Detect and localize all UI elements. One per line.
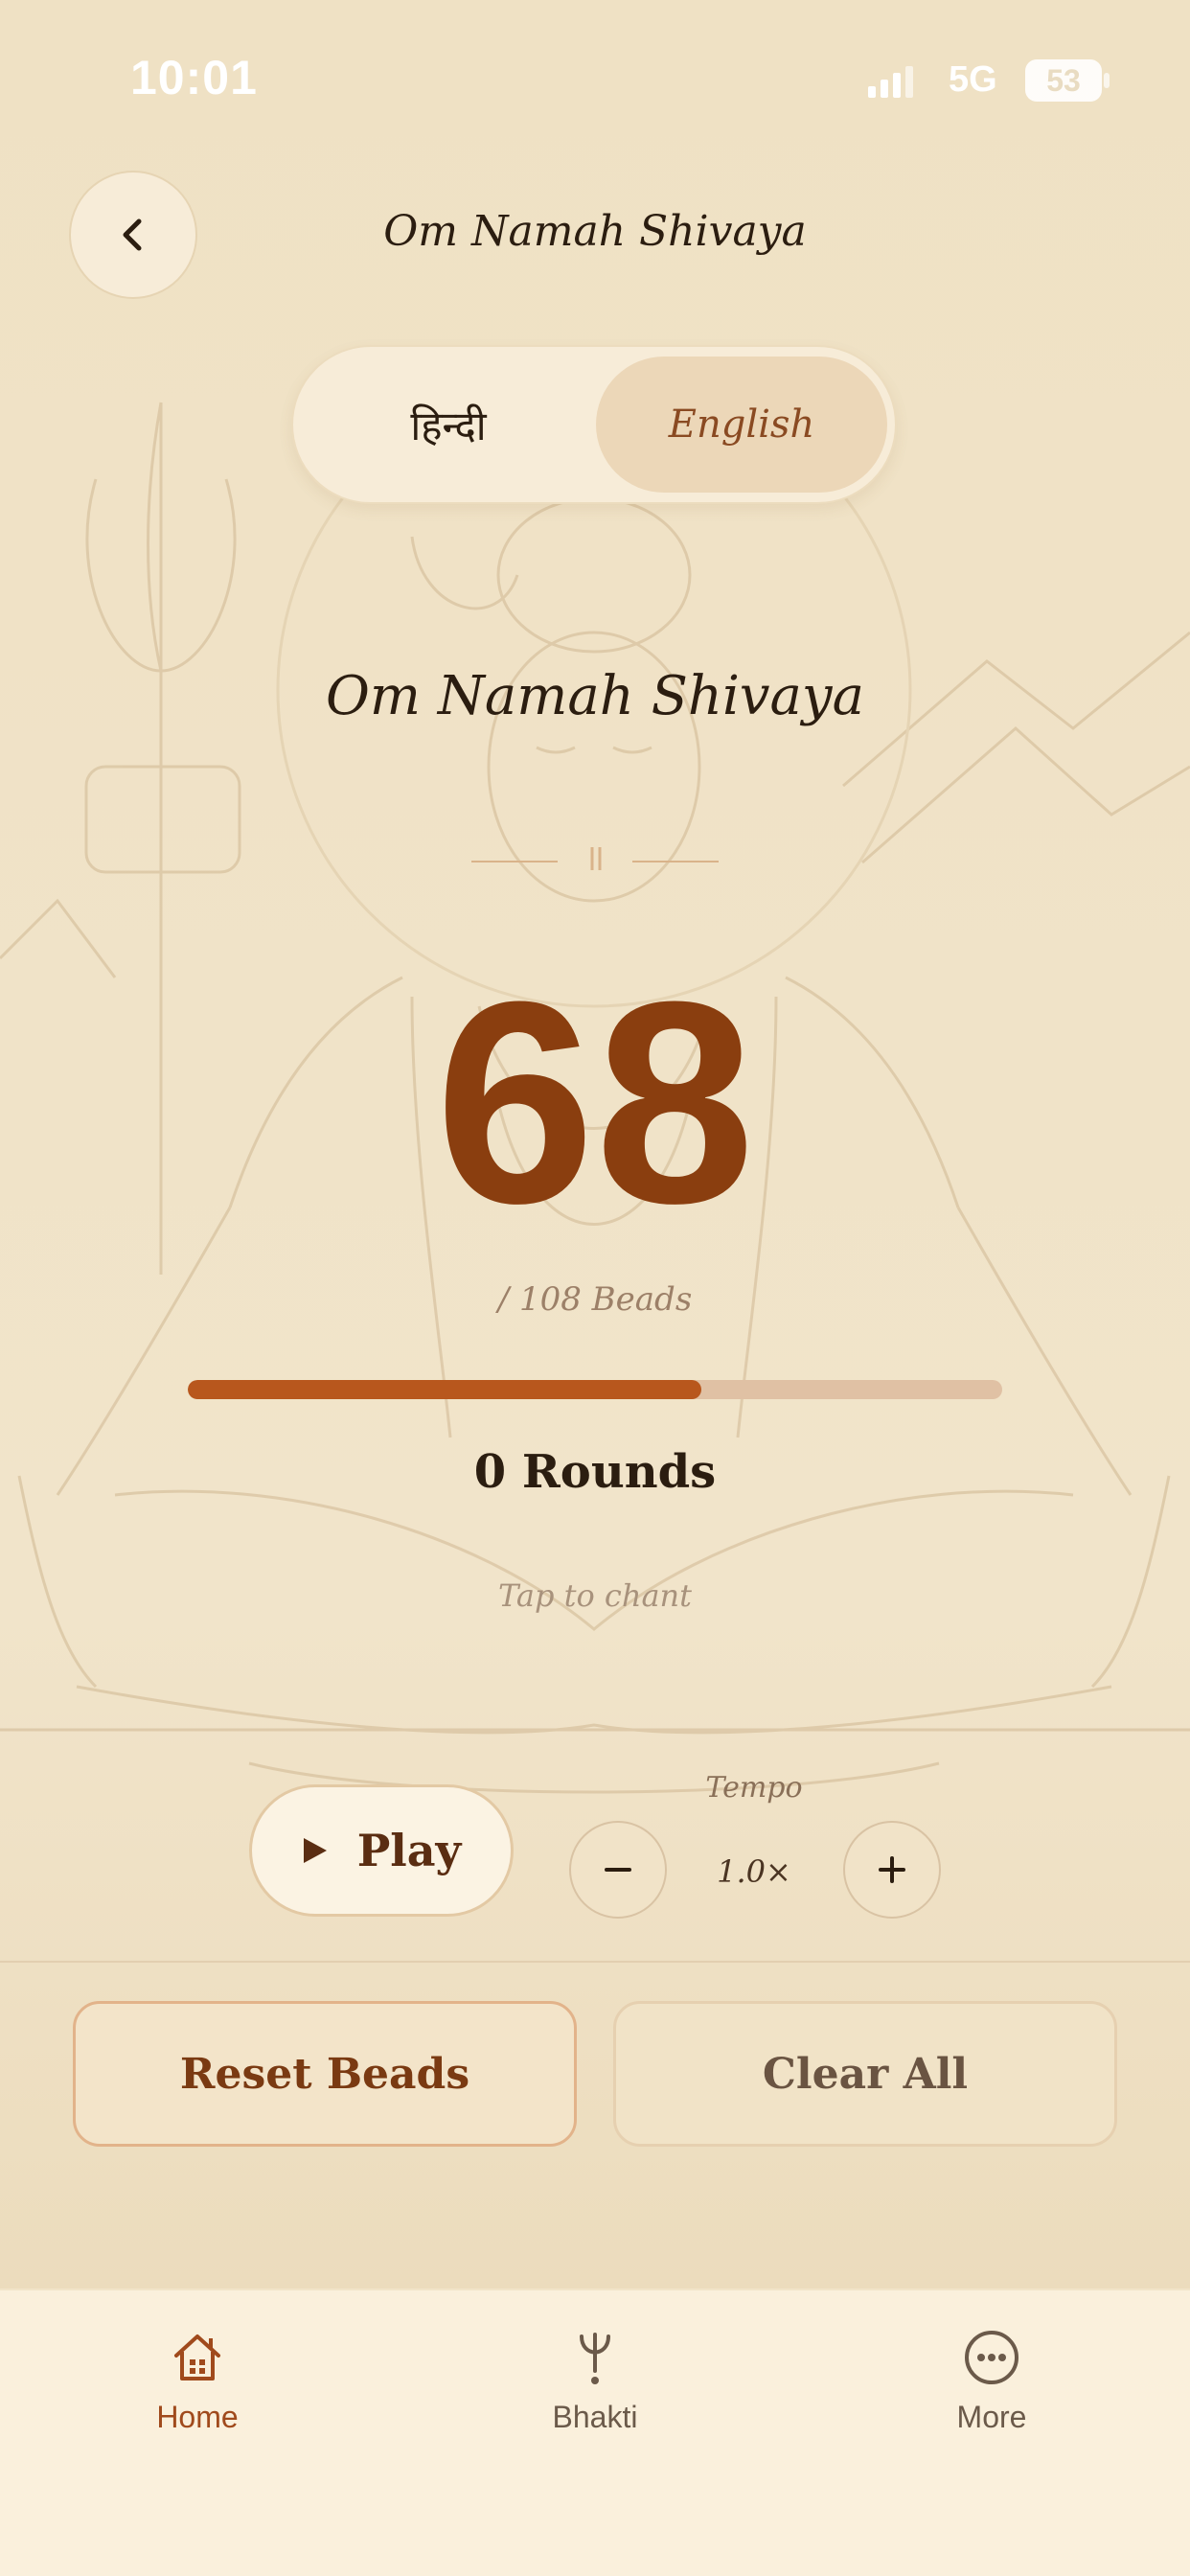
more-icon (965, 2331, 1018, 2384)
tap-hint: Tap to chant (498, 1577, 692, 1614)
tab-bar: Home Bhakti More (0, 2290, 1190, 2576)
plus-icon (879, 1856, 905, 1883)
signal-icon (868, 66, 913, 98)
home-icon (174, 2334, 220, 2380)
language-option-hindi[interactable]: हिन्दी (303, 356, 594, 493)
battery-icon: 53 (1025, 59, 1110, 102)
bead-progress-fill (188, 1380, 701, 1399)
trident-icon (580, 2333, 610, 2384)
play-label: Play (356, 1825, 462, 1876)
mantra-title: Om Namah Shivaya (326, 665, 864, 727)
bead-count[interactable]: 68 (0, 958, 1190, 1246)
bead-progress-bar (188, 1380, 1002, 1399)
battery-level: 53 (1046, 63, 1081, 98)
divider-ornament-icon (590, 847, 602, 870)
rounds-count: 0 Rounds (473, 1445, 717, 1499)
reset-beads-button[interactable]: Reset Beads (73, 2001, 577, 2147)
play-icon (303, 1838, 327, 1863)
tab-more[interactable]: More (877, 2329, 1107, 2453)
section-divider (0, 1961, 1190, 1963)
minus-icon (605, 1868, 631, 1872)
language-option-english[interactable]: English (596, 356, 887, 493)
beads-total-label: / 108 Beads (497, 1280, 693, 1319)
header-title: Om Namah Shivaya (383, 207, 807, 256)
divider-left (471, 861, 558, 862)
network-label: 5G (949, 59, 997, 100)
tempo-value: 1.0× (717, 1853, 791, 1890)
tab-home[interactable]: Home (82, 2329, 312, 2453)
clear-all-button[interactable]: Clear All (613, 2001, 1117, 2147)
divider-right (632, 861, 719, 862)
tempo-increase-button[interactable] (843, 1821, 941, 1919)
language-toggle[interactable]: हिन्दी English (291, 345, 897, 504)
tempo-decrease-button[interactable] (569, 1821, 667, 1919)
tab-bhakti[interactable]: Bhakti (480, 2329, 710, 2453)
tempo-label: Tempo (705, 1771, 803, 1805)
status-bar: 10:01 5G 53 (0, 0, 1190, 153)
status-time: 10:01 (130, 51, 258, 104)
play-button[interactable]: Play (249, 1784, 514, 1917)
tab-home-label: Home (156, 2400, 239, 2434)
tab-bhakti-label: Bhakti (552, 2400, 638, 2434)
tab-more-label: More (956, 2400, 1027, 2434)
